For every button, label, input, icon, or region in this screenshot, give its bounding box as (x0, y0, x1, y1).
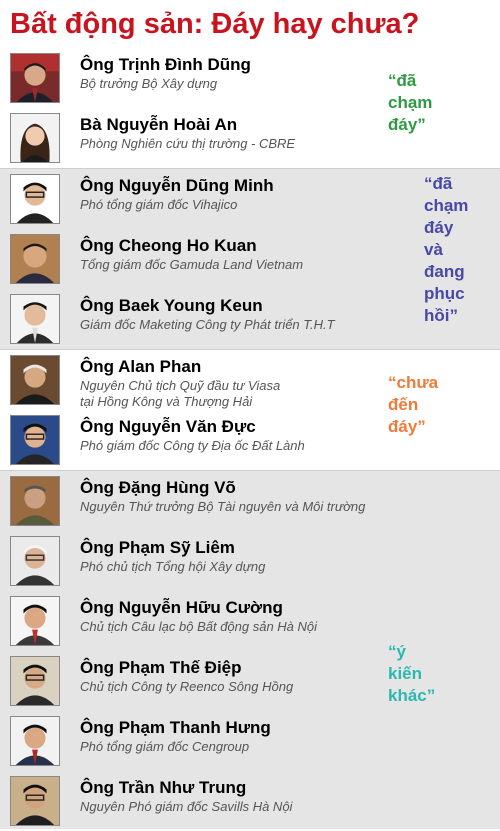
person-name: Ông Alan Phan (80, 357, 202, 376)
group-other-opinion: Ông Đặng Hùng Võ Nguyên Thứ trưởng Bộ Tà… (0, 471, 500, 829)
person-role: Chủ tịch Câu lạc bộ Bất động sản Hà Nội (80, 619, 318, 634)
person-name: Ông Cheong Ho Kuan (80, 236, 257, 255)
portrait-photo (10, 415, 60, 465)
infographic: Bất động sản: Đáy hay chưa? Ông Trịnh Đì… (0, 0, 500, 831)
person-card: Ông Trần Như Trung Nguyên Phó giám đốc S… (0, 771, 500, 831)
person-name: Ông Trần Như Trung (80, 778, 247, 797)
portrait-photo (10, 476, 60, 526)
portrait-photo (10, 53, 60, 103)
person-card: Ông Đặng Hùng Võ Nguyên Thứ trưởng Bộ Tà… (0, 471, 500, 531)
portrait-photo (10, 656, 60, 706)
person-name: Ông Nguyễn Văn Đực (80, 417, 256, 436)
person-name: Ông Baek Young Keun (80, 296, 263, 315)
opinion-quote: “chưa đến đáy” (388, 373, 439, 436)
person-role: Phó tổng giám đốc Vihajico (80, 197, 238, 212)
opinion-quote: “đã chạm đáy” (388, 71, 433, 134)
person-role: Phó tổng giám đốc Cengroup (80, 739, 250, 754)
person-name: Ông Nguyễn Dũng Minh (80, 176, 274, 195)
person-name: Ông Trịnh Đình Dũng (80, 55, 251, 74)
portrait-photo (10, 716, 60, 766)
person-role: Tổng giám đốc Gamuda Land Vietnam (80, 257, 304, 272)
person-role: Nguyên Chủ tịch Quỹ đầu tư Viasa tại Hồn… (80, 378, 281, 409)
portrait-photo (10, 536, 60, 586)
person-card: Ông Phạm Sỹ Liêm Phó chủ tịch Tổng hội X… (0, 531, 500, 591)
group-not-bottom: Ông Alan Phan Nguyên Chủ tịch Quỹ đầu tư… (0, 350, 500, 470)
person-role: Chủ tịch Công ty Reenco Sông Hồng (80, 679, 294, 694)
person-name: Ông Nguyễn Hữu Cường (80, 598, 283, 617)
person-role: Phó giám đốc Công ty Địa ốc Đất Lành (80, 438, 305, 453)
group-recovering: Ông Nguyễn Dũng Minh Phó tổng giám đốc V… (0, 169, 500, 349)
person-name: Ông Phạm Thế Điệp (80, 658, 242, 677)
page-title: Bất động sản: Đáy hay chưa? (10, 8, 420, 40)
person-role: Bộ trưởng Bộ Xây dựng (80, 76, 218, 91)
group-hit-bottom: Ông Trịnh Đình Dũng Bộ trưởng Bộ Xây dựn… (0, 48, 500, 168)
person-role: Nguyên Thứ trưởng Bộ Tài nguyên và Môi t… (80, 499, 366, 514)
portrait-photo (10, 234, 60, 284)
person-name: Bà Nguyễn Hoài An (80, 115, 238, 134)
opinion-quote: “ý kiến khác” (388, 642, 436, 705)
person-name: Ông Phạm Sỹ Liêm (80, 538, 235, 557)
portrait-photo (10, 776, 60, 826)
person-role: Phòng Nghiên cứu thị trường - CBRE (80, 136, 296, 151)
person-role: Giám đốc Maketing Công ty Phát triển T.H… (80, 317, 335, 332)
person-name: Ông Đặng Hùng Võ (80, 478, 236, 497)
person-card: Ông Phạm Thanh Hưng Phó tổng giám đốc Ce… (0, 711, 500, 771)
person-name: Ông Phạm Thanh Hưng (80, 718, 271, 737)
portrait-photo (10, 596, 60, 646)
portrait-photo (10, 174, 60, 224)
portrait-photo (10, 355, 60, 405)
portrait-photo (10, 113, 60, 163)
opinion-quote: “đã chạm đáy và đang phục hồi” (424, 174, 469, 325)
portrait-photo (10, 294, 60, 344)
person-role: Nguyên Phó giám đốc Savills Hà Nội (80, 799, 293, 814)
person-role: Phó chủ tịch Tổng hội Xây dựng (80, 559, 266, 574)
